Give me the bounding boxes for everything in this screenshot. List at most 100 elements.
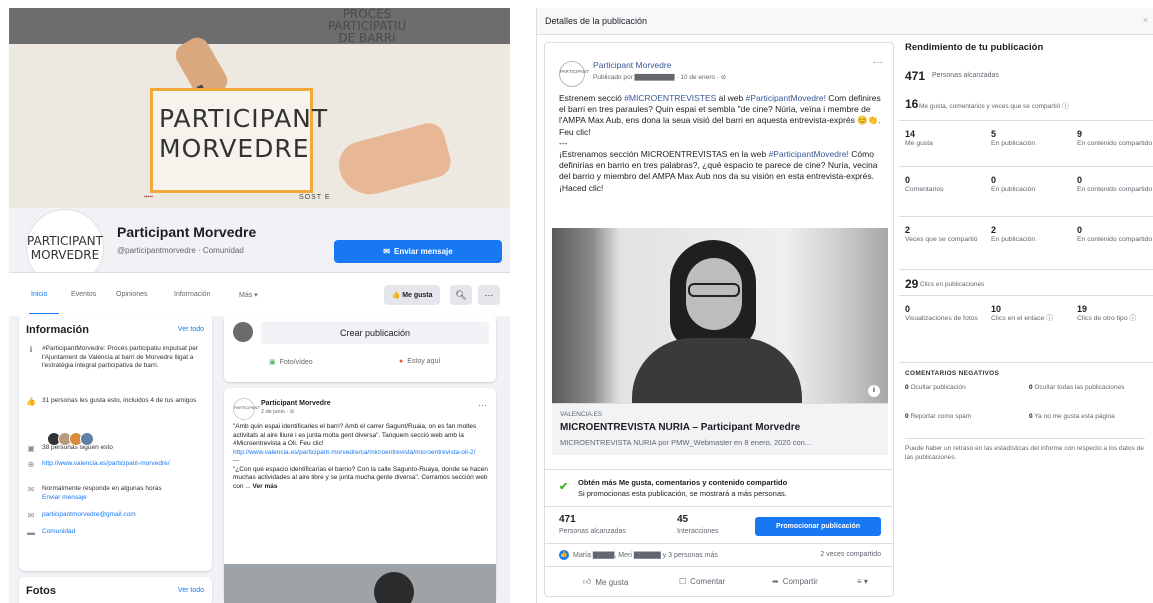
photo-video-label: Foto/vídeo xyxy=(279,358,313,366)
like-page-button[interactable]: 👍 Me gusta xyxy=(384,285,440,305)
negative-report-spam: 0 Reportar como spam xyxy=(905,413,972,420)
avatar[interactable] xyxy=(80,432,94,446)
share-icon: ➦ xyxy=(772,577,779,586)
search-button[interactable]: 🔍︎ xyxy=(450,285,472,305)
location-pin-icon: ● xyxy=(399,358,404,365)
folder-icon: ▬ xyxy=(27,528,35,537)
thumbs-up-icon: 👍 xyxy=(26,397,36,406)
post-author[interactable]: Participant Morvedre xyxy=(261,400,331,407)
boost-subtitle: Si promocionas esta publicación, se most… xyxy=(578,489,787,498)
tab-mas[interactable]: Más ▾ xyxy=(239,291,258,299)
post-text-ca: "Amb quin espai identificaries el barri?… xyxy=(233,423,477,447)
send-message-button[interactable]: ✉ Enviar mensaje xyxy=(334,240,502,263)
photos-see-all-link[interactable]: Ver todo xyxy=(178,587,204,594)
negative-hide-all: 0 Ocultar todas las publicaciones xyxy=(1029,384,1125,391)
share-button[interactable]: ➦ Compartir xyxy=(772,577,818,586)
post-date[interactable]: 2 de junio · ⊘ xyxy=(261,409,294,415)
metric-cell: 2 Veces que se compartió xyxy=(905,225,978,243)
globe-icon: ⊕ xyxy=(27,460,35,469)
like-button[interactable]: 👍︎ Me gusta xyxy=(583,577,628,587)
likers-summary[interactable]: María ▇▇▇▇, Meri ▇▇▇▇▇ y 3 personas más xyxy=(573,551,718,559)
messenger-icon: ✉ xyxy=(383,247,390,256)
post-photo[interactable] xyxy=(224,564,496,603)
info-website-link[interactable]: http://www.valencia.es/participant-morve… xyxy=(42,460,170,470)
like-label: Me gusta xyxy=(595,577,629,587)
photo-icon: ▣ xyxy=(269,359,276,366)
info-likes-row: 👍 31 personas les gusta esto, incluidos 4… xyxy=(26,397,206,407)
share-label: Compartir xyxy=(782,577,818,586)
comment-button[interactable]: ☐ Comentar xyxy=(679,577,725,586)
tab-eventos[interactable]: Eventos xyxy=(71,291,96,298)
metric-cell: 0 Visualizaciones de fotos xyxy=(905,304,978,322)
tab-inicio[interactable]: Inicio xyxy=(31,291,47,298)
post-text-ca: Estrenem secció #MICROENTREVISTES al web… xyxy=(559,93,881,137)
metrics-row-shares: 2 Veces que se compartió 2 En publicación … xyxy=(899,216,1153,268)
info-description-row: ℹ #ParticipantMorvedre: Procés participat… xyxy=(26,345,206,371)
metric-cell: 19 Clics de otro tipo ⓘ xyxy=(1077,304,1137,322)
info-email-link[interactable]: participantmorvedre@gmail.com xyxy=(42,511,136,521)
photo-video-button[interactable]: ▣ Foto/vídeo xyxy=(269,358,313,367)
metric-cell: 0 En publicación xyxy=(991,175,1036,193)
message-icon: ✉ xyxy=(27,485,35,494)
comment-label: Comentar xyxy=(690,577,726,586)
metric-cell: 0 En contenido compartido xyxy=(1077,225,1153,243)
cover-sponsor-logos: ▪▪▪▪▪ xyxy=(144,194,153,200)
hashtag-link[interactable]: #ParticipantMovedre! xyxy=(769,149,849,159)
negative-feedback-title: COMENTARIOS NEGATIVOS xyxy=(905,370,1000,377)
post-details-dialog: Detalles de la publicación × PARTICIPANT… xyxy=(536,8,1153,603)
cover-photo[interactable]: PARTICIPANT MORVEDRE PROCÉS PARTICIPATIU DE… xyxy=(9,8,510,208)
info-icon: ℹ xyxy=(29,345,33,354)
info-see-all-link[interactable]: Ver todo xyxy=(178,326,204,333)
comment-icon: ☐ xyxy=(679,577,687,586)
post-options-icon[interactable]: ··· xyxy=(873,57,883,68)
post-author-avatar[interactable]: PARTICIPANT xyxy=(233,398,260,420)
negative-unlike-page: 0 Ya no me gusta esta página xyxy=(1029,413,1115,420)
checkin-button[interactable]: ● Estoy aquí xyxy=(399,358,440,365)
hashtag-link[interactable]: #MICROENTREVISTES xyxy=(624,93,716,103)
info-icon[interactable]: i xyxy=(868,385,880,397)
shares-count[interactable]: 2 veces compartido xyxy=(820,551,881,558)
info-response: Normalmente responde en algunas horas Env… xyxy=(42,485,162,501)
link-preview-caption[interactable]: VALENCIA.ES MICROENTREVISTA NURIA – Part… xyxy=(552,403,888,455)
post-author-avatar[interactable]: PARTICIPANT xyxy=(559,61,589,87)
info-send-message-link[interactable]: Enviar mensaje xyxy=(42,494,87,501)
link-subtitle: MICROENTREVISTA NURIA por PMW_Webmaster … xyxy=(560,438,812,447)
post-options-icon[interactable]: ··· xyxy=(478,400,487,410)
post-link[interactable]: http://www.valencia.es/participant-morve… xyxy=(233,449,489,458)
post-separator: --- xyxy=(233,457,240,464)
metrics-row-likes: 14 Me gusta 5 En publicación 9 En contenido… xyxy=(899,120,1153,166)
link-title: MICROENTREVISTA NURIA – Participant Morv… xyxy=(560,422,801,433)
cover-sky xyxy=(9,8,510,44)
interactions-label: Me gusta, comentarios y veces que se com… xyxy=(919,103,1069,110)
boost-title: Obtén más Me gusta, comentarios y conten… xyxy=(578,478,788,487)
metrics-row-clicks: 0 Visualizaciones de fotos 10 Clics en el … xyxy=(899,295,1153,335)
post-actions: 👍︎ Me gusta ☐ Comentar ➦ Compartir ≡ ▾ xyxy=(545,566,893,596)
info-response-row: ✉ Normalmente responde en algunas horas En… xyxy=(26,485,206,502)
post-body: "Amb quin espai identificaries el barri?… xyxy=(233,423,489,491)
reactions-bar: 👍 María ▇▇▇▇, Meri ▇▇▇▇▇ y 3 personas má… xyxy=(545,543,893,565)
audience-selector[interactable]: ≡ ▾ xyxy=(857,577,868,586)
cover-hand-photo xyxy=(333,119,455,202)
cover-barri-text: PROCÉS PARTICIPATIU DE BARRI xyxy=(327,8,407,45)
email-icon: ✉ xyxy=(27,511,35,520)
check-icon: ✔ xyxy=(559,481,569,493)
post-author[interactable]: Participant Morvedre xyxy=(593,60,671,70)
metric-cell: 10 Clics en el enlace ⓘ xyxy=(991,304,1053,322)
link-preview-image[interactable]: i xyxy=(552,228,888,403)
hashtag-link[interactable]: #ParticipantMovedre! xyxy=(746,93,826,103)
close-icon[interactable]: × xyxy=(1143,15,1148,25)
more-icon: ··· xyxy=(484,290,494,300)
promote-post-button[interactable]: Promocionar publicación xyxy=(755,517,881,536)
dialog-header: Detalles de la publicación × xyxy=(537,8,1153,35)
info-category-link[interactable]: Comunidad xyxy=(42,528,75,538)
interactions-value: 45 xyxy=(677,514,689,525)
more-options-button[interactable]: ··· xyxy=(478,285,500,305)
see-more-link[interactable]: Ver más xyxy=(253,483,278,490)
photo-subject-glasses xyxy=(688,283,740,297)
photo-subject xyxy=(374,572,414,603)
reach-label: Personas alcanzadas xyxy=(932,72,999,79)
tab-informacion[interactable]: Información xyxy=(174,291,211,298)
post-published-by: Publicado por ▇▇▇▇▇▇▇▇ · 10 de enero · ⊘ xyxy=(593,74,727,81)
tab-opiniones[interactable]: Opiniones xyxy=(116,291,148,298)
create-post-button[interactable]: Crear publicación xyxy=(261,322,489,344)
